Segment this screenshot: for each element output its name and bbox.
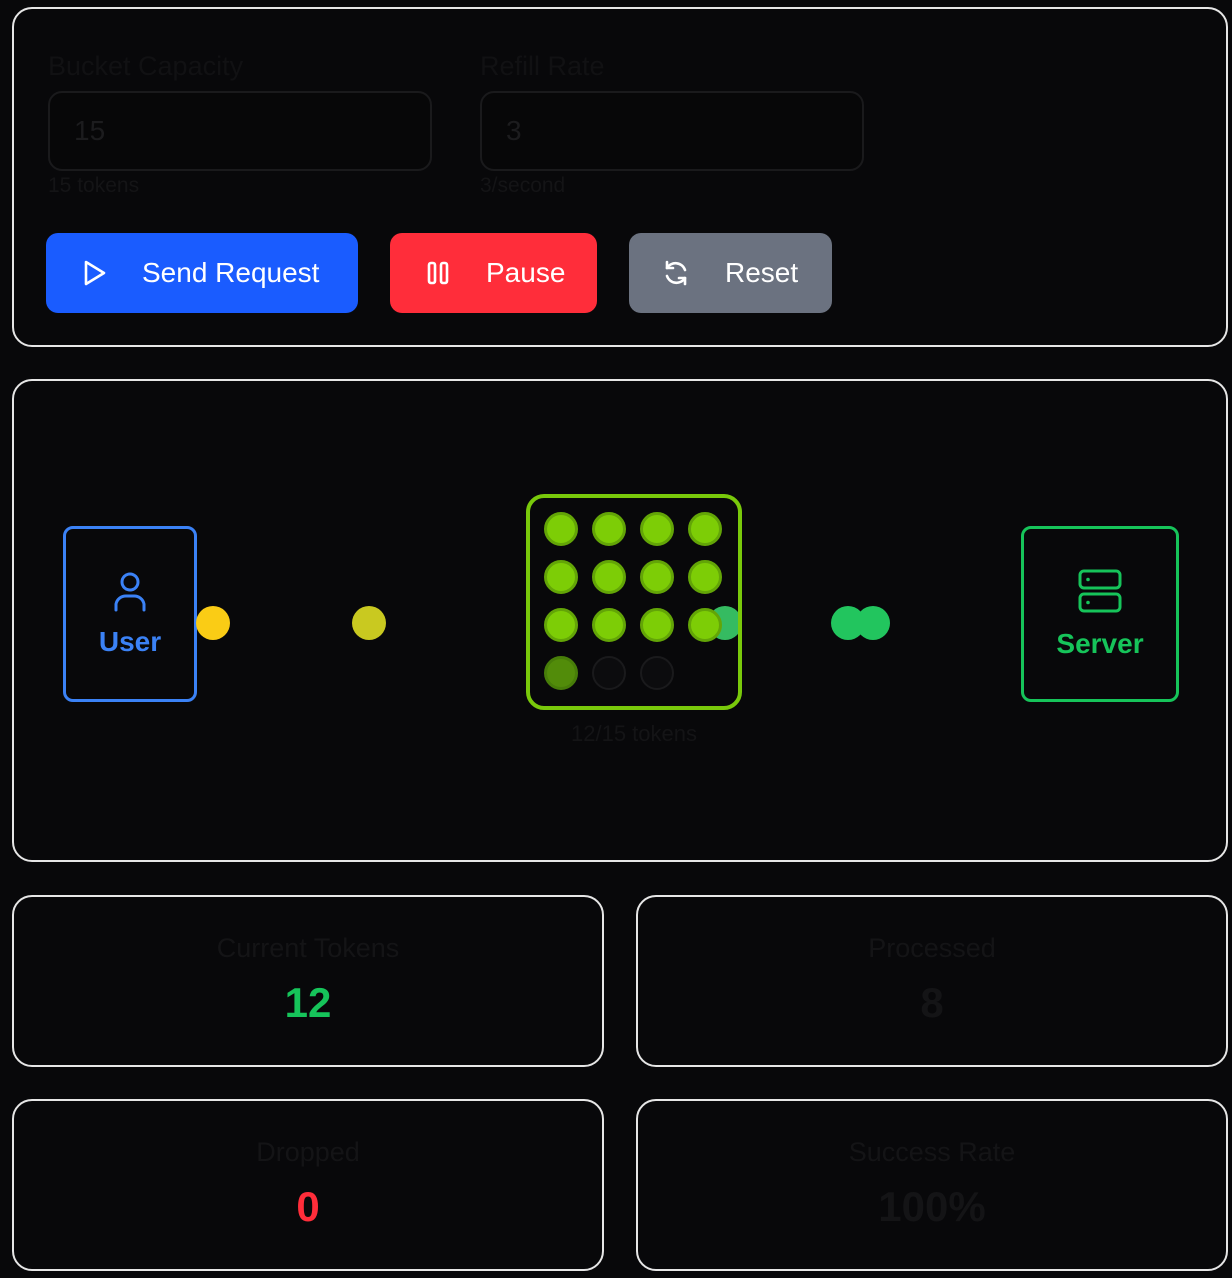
token xyxy=(640,512,674,546)
token xyxy=(544,656,578,690)
send-request-button[interactable]: Send Request xyxy=(46,233,358,313)
stat-value: 100% xyxy=(878,1183,986,1230)
bucket-caption: 12/15 tokens xyxy=(571,721,697,746)
request-dot xyxy=(196,606,230,640)
stat-title: Dropped xyxy=(256,1137,360,1167)
stat-value: 12 xyxy=(284,979,332,1026)
bucket-capacity-input[interactable]: 15 xyxy=(48,91,432,171)
token xyxy=(544,560,578,594)
token xyxy=(640,560,674,594)
refill-rate-hint: 3/second xyxy=(480,174,566,197)
refill-rate-label: Refill Rate xyxy=(480,51,605,81)
reset-button[interactable]: Reset xyxy=(629,233,832,313)
token xyxy=(592,512,626,546)
refresh-icon xyxy=(665,260,687,286)
server-icon xyxy=(1078,569,1122,613)
request-dot xyxy=(352,606,386,640)
user-label: User xyxy=(98,626,162,657)
bucket-capacity-hint: 15 tokens xyxy=(48,174,140,197)
token xyxy=(544,608,578,642)
server-node: Server xyxy=(1021,526,1179,702)
controls-panel: Bucket Capacity 15 15 tokens Refill Rate… xyxy=(12,7,1228,347)
play-icon xyxy=(84,260,106,286)
token xyxy=(688,560,722,594)
stat-title: Processed xyxy=(868,933,996,963)
user-icon xyxy=(114,572,146,612)
stat-title: Success Rate xyxy=(848,1137,1016,1167)
token-bucket xyxy=(526,494,742,710)
stat-value: 8 xyxy=(920,979,944,1026)
token xyxy=(688,608,722,642)
stat-dropped: Dropped 0 xyxy=(12,1099,604,1271)
token-slot-empty xyxy=(640,656,674,690)
pause-label: Pause xyxy=(486,257,566,288)
refill-rate-input[interactable]: 3 xyxy=(480,91,864,171)
stat-success-rate: Success Rate 100% xyxy=(636,1099,1228,1271)
simulation-panel: User Server 12/15 tokens xyxy=(12,379,1228,862)
stat-current-tokens: Current Tokens 12 xyxy=(12,895,604,1067)
user-node: User xyxy=(63,526,197,702)
send-request-label: Send Request xyxy=(142,257,320,288)
token-slot-empty xyxy=(592,656,626,690)
bucket-capacity-label: Bucket Capacity xyxy=(48,51,244,81)
token xyxy=(592,608,626,642)
token xyxy=(688,512,722,546)
token xyxy=(544,512,578,546)
pause-button[interactable]: Pause xyxy=(390,233,597,313)
processed-request-dot xyxy=(856,606,890,640)
server-label: Server xyxy=(1056,628,1144,659)
reset-label: Reset xyxy=(725,257,799,288)
stat-processed: Processed 8 xyxy=(636,895,1228,1067)
token xyxy=(640,608,674,642)
pause-icon xyxy=(427,261,449,285)
stat-title: Current Tokens xyxy=(216,933,400,963)
stat-value: 0 xyxy=(296,1183,320,1230)
token xyxy=(592,560,626,594)
